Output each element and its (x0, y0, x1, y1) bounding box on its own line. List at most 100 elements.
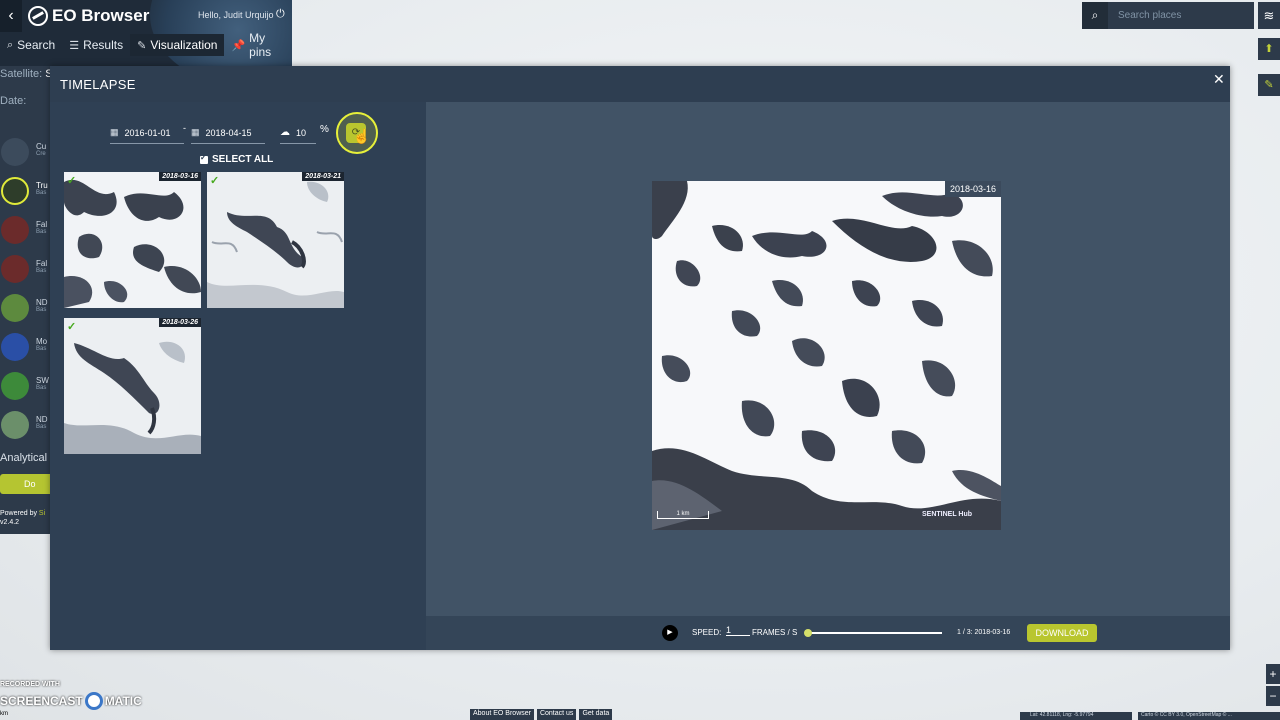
screencast-watermark: SCREENCAST MATIC (0, 692, 142, 710)
tab-visualization[interactable]: ✎ Visualization (130, 34, 225, 56)
search-icon[interactable]: ⌕ (1082, 2, 1108, 29)
timelapse-sidebar: ▦ 2016-01-01 - ▦ 2018-04-15 ☁ 10 % ⟳ ☝ S… (50, 102, 426, 650)
layer-name: Mo (36, 337, 48, 346)
speed-label: SPEED: (692, 628, 722, 637)
select-all-label: SELECT ALL (212, 154, 274, 165)
map-attribution[interactable]: Carto © CC BY 3.0, OpenStreetMap © ... (1138, 712, 1280, 720)
main-tabs: ⌕ Search ☰ Results ✎ Visualization 📌 My … (0, 31, 292, 59)
screencast-logo-icon (84, 692, 103, 710)
zoom-in-button[interactable]: + (1266, 664, 1280, 684)
search-places-input[interactable]: Search places (1108, 2, 1181, 29)
pin-icon: 📌 (231, 39, 246, 52)
checkbox-icon (200, 153, 208, 164)
date-separator: - (183, 123, 186, 133)
to-date-value: 2018-04-15 (205, 127, 252, 138)
timelapse-thumbnail[interactable]: ✓ 2018-03-21 (207, 172, 344, 308)
about-link[interactable]: About EO Browser (470, 709, 534, 720)
checkmark-icon: ✓ (210, 175, 220, 187)
cloud-coverage-value: 10 (296, 127, 307, 138)
tab-results[interactable]: ☰ Results (62, 34, 130, 56)
timelapse-thumbnail[interactable]: ✓ 2018-03-16 (64, 172, 201, 308)
speed-input[interactable]: 1 (726, 625, 750, 636)
layer-thumbnail (1, 255, 29, 283)
layer-name: Fal (36, 220, 48, 229)
play-icon[interactable]: ▶ (662, 625, 678, 641)
tab-my-pins-label: My pins (249, 31, 272, 59)
layer-name: ND (36, 298, 48, 307)
fps-label: FRAMES / S (752, 628, 798, 637)
satellite-label: Satellite: (0, 68, 43, 80)
hand-cursor-icon: ☝ (353, 128, 371, 144)
thumbnail-date: 2018-03-16 (159, 172, 201, 181)
timelapse-modal: TIMELAPSE ✕ ▦ 2016-01-01 - ▦ 2018-04-15 … (50, 66, 1230, 650)
screencast-text: SCREENCAST (0, 694, 83, 708)
layer-thumbnail (1, 294, 29, 322)
search-places: ⌕ Search places (1082, 2, 1254, 29)
zoom-out-button[interactable]: − (1266, 686, 1280, 706)
frame-counter: 1 / 3: 2018-03-16 (957, 629, 1011, 636)
search-icon: ⌕ (7, 38, 14, 51)
from-date-field[interactable]: ▦ 2016-01-01 (110, 122, 184, 144)
frame-slider[interactable] (804, 629, 942, 637)
brush-icon (1, 138, 29, 166)
eo-logo-icon (28, 6, 48, 26)
layer-desc: Bas (36, 268, 47, 274)
contact-link[interactable]: Contact us (536, 709, 577, 720)
scale-bar: 1 km (657, 511, 709, 519)
thumbnail-date: 2018-03-26 (159, 318, 201, 327)
select-all-checkbox[interactable]: SELECT ALL (200, 153, 274, 165)
upload-icon[interactable]: ⬆ (1258, 38, 1280, 60)
app-logo: EO Browser (28, 6, 149, 26)
logout-power-icon[interactable]: ⏻ (276, 8, 285, 21)
recorded-with-label: RECORDED WITH (0, 681, 60, 688)
satellite-row: Satellite: S (0, 68, 53, 80)
timelapse-player-bar: ▶ SPEED: 1 FRAMES / S 1 / 3: 2018-03-16 … (426, 616, 1230, 650)
calendar-icon: ▦ (110, 127, 119, 137)
layer-name: Fal (36, 259, 48, 268)
calendar-icon: ▦ (191, 127, 200, 137)
satellite-thumbnail-image (64, 318, 201, 454)
layer-desc: Bas (36, 307, 47, 313)
map-scale-label: km (0, 711, 8, 717)
matic-text: MATIC (104, 694, 142, 708)
brush-icon: ✎ (137, 39, 147, 52)
cloud-unit: % (320, 124, 329, 135)
download-button[interactable]: DOWNLOAD (1027, 624, 1097, 642)
checkmark-icon: ✓ (67, 175, 77, 187)
preview-date: 2018-03-16 (944, 181, 1001, 197)
slider-handle[interactable] (804, 629, 812, 637)
checkmark-icon: ✓ (67, 321, 77, 333)
version-label: v2.4.2 (0, 519, 20, 526)
date-label: Date: (0, 95, 27, 107)
layer-thumbnail (1, 372, 29, 400)
cloud-coverage-field[interactable]: ☁ 10 (280, 122, 316, 144)
timelapse-thumbnail[interactable]: ✓ 2018-03-26 (64, 318, 201, 454)
layer-desc: Bas (36, 229, 47, 235)
layer-thumbnail (1, 177, 29, 205)
layers-icon[interactable]: ≋ (1258, 2, 1280, 29)
back-button[interactable]: ‹ (0, 0, 22, 32)
layer-desc: Cre (36, 151, 46, 157)
pencil-icon[interactable]: ✎ (1258, 74, 1280, 96)
layer-desc: Bas (36, 385, 47, 391)
tab-visualization-label: Visualization (150, 38, 218, 52)
layer-name: Cu (36, 142, 47, 151)
list-icon: ☰ (69, 39, 80, 52)
layer-desc: Bas (36, 346, 47, 352)
tab-my-pins[interactable]: 📌 My pins (224, 31, 292, 59)
tab-search-label: Search (17, 38, 56, 52)
footer-links: About EO Browser Contact us Get data (470, 709, 613, 720)
powered-by: Powered by Si v2.4.2 (0, 509, 45, 527)
coordinates-readout: Lat: 42.81118, Lng: -5.97794 (1020, 712, 1132, 720)
analytical-tab[interactable]: Analytical | (0, 452, 53, 464)
cloud-icon: ☁ (280, 127, 290, 138)
layer-name: Tru (36, 181, 48, 190)
get-data-link[interactable]: Get data (579, 709, 613, 720)
powered-by-brand[interactable]: Si (39, 510, 45, 517)
to-date-field[interactable]: ▦ 2018-04-15 (191, 122, 265, 144)
modal-title: TIMELAPSE (60, 77, 136, 92)
tab-search[interactable]: ⌕ Search (0, 34, 62, 56)
modal-header: TIMELAPSE ✕ (50, 66, 1230, 102)
sentinel-hub-watermark: SENTINEL Hub (922, 511, 973, 518)
close-icon[interactable]: ✕ (1213, 71, 1225, 88)
